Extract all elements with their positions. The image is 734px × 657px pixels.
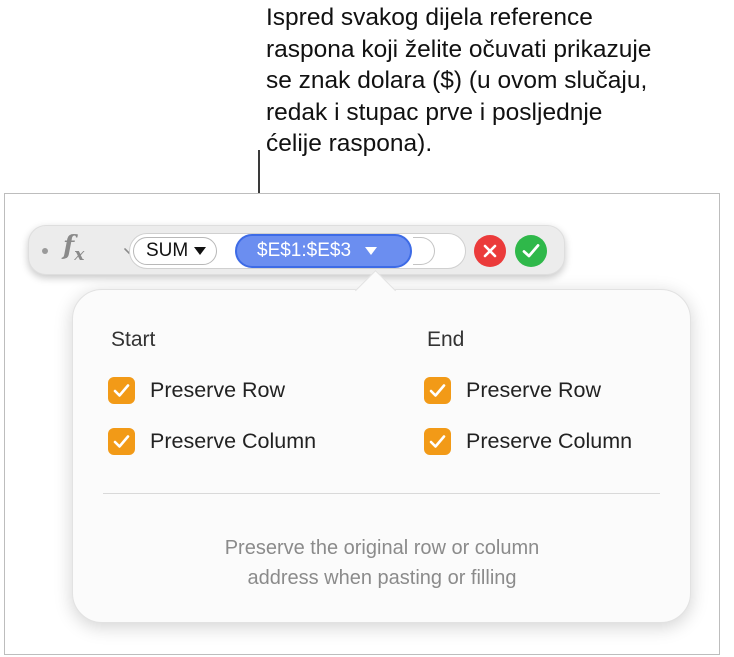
- checkbox-label: Preserve Column: [150, 429, 317, 453]
- cancel-icon: [483, 244, 497, 258]
- callout-text: Ispred svakog dijela reference raspona k…: [266, 4, 652, 157]
- range-reference-text: $E$1:$E$3: [257, 240, 352, 261]
- range-dropdown-icon: [365, 247, 378, 255]
- divider: [103, 493, 660, 494]
- help-text: Preserve the original row or column addr…: [224, 537, 540, 589]
- function-dropdown-icon: [194, 247, 207, 255]
- function-icon[interactable]: fx: [63, 231, 84, 265]
- grip-dot-icon[interactable]: [42, 248, 48, 254]
- end-preserve-row-checkbox[interactable]: Preserve Row: [424, 377, 601, 404]
- confirm-button[interactable]: [515, 235, 547, 267]
- start-heading: Start: [111, 328, 156, 351]
- function-name: SUM: [146, 240, 189, 261]
- end-preserve-column-checkbox[interactable]: Preserve Column: [424, 428, 632, 455]
- confirm-icon: [522, 244, 540, 258]
- function-token[interactable]: SUM: [133, 237, 218, 265]
- range-reference-token[interactable]: $E$1:$E$3: [235, 234, 412, 268]
- formula-bar: fx SUM $E$1:$E$3: [28, 225, 565, 275]
- checkbox-checked-icon: [108, 377, 135, 404]
- checkbox-label: Preserve Row: [466, 378, 602, 402]
- checkbox-label: Preserve Row: [150, 378, 286, 402]
- checkbox-checked-icon: [424, 377, 451, 404]
- fx-subscript: x: [74, 245, 85, 266]
- checkbox-checked-icon: [424, 428, 451, 455]
- fx-label: f: [63, 231, 75, 261]
- end-heading: End: [427, 328, 465, 351]
- start-preserve-row-checkbox[interactable]: Preserve Row: [108, 377, 285, 404]
- checkbox-label: Preserve Column: [466, 429, 633, 453]
- start-preserve-column-checkbox[interactable]: Preserve Column: [108, 428, 316, 455]
- checkbox-checked-icon: [108, 428, 135, 455]
- cancel-button[interactable]: [474, 235, 506, 267]
